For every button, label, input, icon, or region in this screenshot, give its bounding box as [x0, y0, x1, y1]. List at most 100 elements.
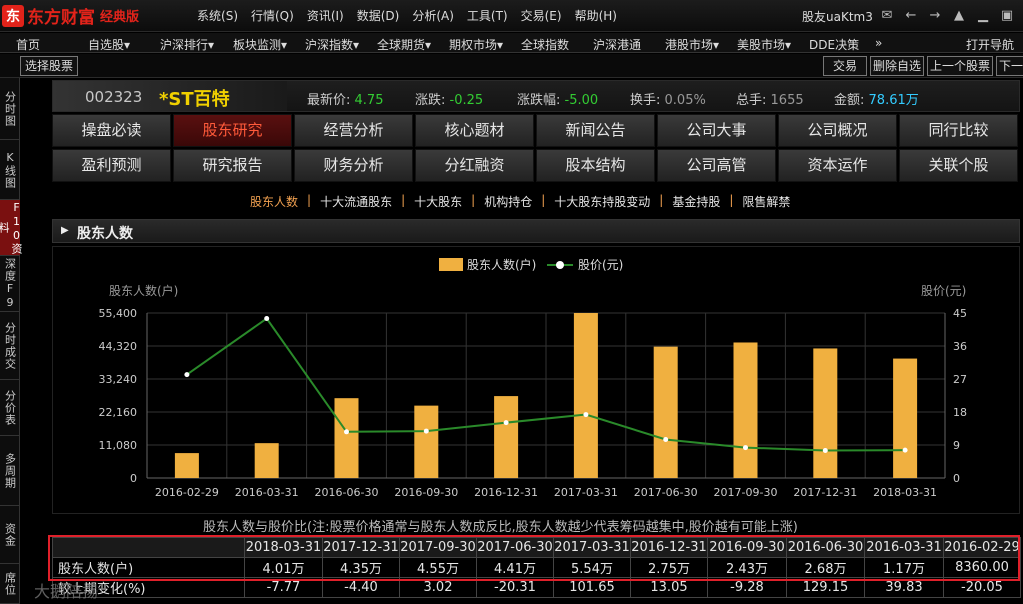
- subtab-separator: |: [401, 193, 406, 207]
- table-cell: 5.54万: [553, 557, 631, 578]
- section-header[interactable]: ▶ 股东人数: [52, 219, 1020, 243]
- chart-bar: [174, 453, 199, 478]
- table-cell: 13.05: [630, 577, 708, 598]
- sidebar-tab[interactable]: 分时图: [0, 78, 20, 140]
- f10-button[interactable]: 股本结构: [536, 149, 655, 182]
- table-header-cell: 2017-03-31: [553, 537, 631, 558]
- table-header-cell: 2016-06-30: [786, 537, 865, 558]
- f10-button[interactable]: 公司概况: [778, 114, 897, 147]
- maximize-icon[interactable]: ▣: [997, 6, 1017, 26]
- price-point: [583, 412, 589, 418]
- nav-item[interactable]: 板块监测▾: [233, 36, 287, 53]
- table-header-cell: 2016-09-30: [707, 537, 787, 558]
- menu-item[interactable]: 系统(S): [197, 7, 238, 24]
- subtab[interactable]: 十大流通股东: [320, 193, 392, 209]
- f10-button[interactable]: 经营分析: [294, 114, 413, 147]
- chart-bar: [653, 346, 678, 478]
- subtab[interactable]: 限售解禁: [742, 193, 790, 209]
- nav-item[interactable]: 自选股▾: [88, 36, 130, 53]
- prev-stock-button[interactable]: 上一个股票: [927, 56, 993, 76]
- menu-item[interactable]: 数据(D): [357, 7, 400, 24]
- nav-item[interactable]: 美股市场▾: [737, 36, 791, 53]
- nav-item[interactable]: 期权市场▾: [449, 36, 503, 53]
- turnover-rate-label: 换手:: [630, 93, 661, 108]
- collapse-arrow-icon[interactable]: ▶: [61, 225, 69, 236]
- subtab[interactable]: 机构持仓: [484, 193, 532, 209]
- price-change-pct-label: 涨跌幅:: [517, 93, 561, 108]
- table-cell: 2.43万: [707, 557, 787, 578]
- f10-button[interactable]: 操盘必读: [52, 114, 171, 147]
- remove-favorite-button[interactable]: 删除自选: [870, 56, 924, 76]
- nav-item[interactable]: 打开导航: [966, 36, 1014, 53]
- subtab[interactable]: 基金持股: [672, 193, 720, 209]
- next-stock-button[interactable]: 下一: [996, 56, 1023, 76]
- y-tick-label: 44,320: [99, 340, 138, 353]
- sidebar-tab[interactable]: 深度F9: [0, 256, 20, 312]
- back-icon[interactable]: ←: [901, 6, 921, 26]
- nav-item[interactable]: 沪深指数▾: [305, 36, 359, 53]
- menu-item[interactable]: 交易(E): [521, 7, 562, 24]
- forward-icon[interactable]: →: [925, 6, 945, 26]
- subtab[interactable]: 十大股东持股变动: [554, 193, 650, 209]
- y2-tick-label: 0: [953, 472, 960, 485]
- stock-code: 002323: [85, 88, 143, 106]
- nav-item[interactable]: 沪深港通: [593, 36, 641, 53]
- menu-item[interactable]: 工具(T): [467, 7, 508, 24]
- f10-button[interactable]: 分红融资: [415, 149, 534, 182]
- menu-item[interactable]: 分析(A): [412, 7, 454, 24]
- nav-item[interactable]: 沪深排行▾: [160, 36, 214, 53]
- y2-tick-label: 27: [953, 373, 967, 386]
- f10-button[interactable]: 研究报告: [173, 149, 292, 182]
- table-cell: 39.83: [864, 577, 944, 598]
- sidebar-tab[interactable]: K线图: [0, 140, 20, 200]
- f10-category-grid: 操盘必读 股东研究 经营分析 核心题材 新闻公告 公司大事 公司概况 同行比较盈利预测 研究报告…: [52, 114, 1020, 182]
- f10-button[interactable]: 股东研究: [173, 114, 292, 147]
- subtab[interactable]: 十大股东: [414, 193, 462, 209]
- up-icon[interactable]: ▲: [949, 6, 969, 26]
- sidebar-tab[interactable]: F10资料: [0, 200, 23, 256]
- f10-button[interactable]: 盈利预测: [52, 149, 171, 182]
- select-stock-button[interactable]: 选择股票: [20, 56, 79, 76]
- nav-item[interactable]: 首页: [16, 36, 40, 53]
- sidebar-tab[interactable]: 分价表: [0, 380, 20, 436]
- sidebar-tab[interactable]: 资金: [0, 506, 20, 564]
- table-cell: -4.40: [322, 577, 400, 598]
- f10-button[interactable]: 同行比较: [899, 114, 1018, 147]
- nav-item[interactable]: 港股市场▾: [665, 36, 719, 53]
- f10-button[interactable]: 新闻公告: [536, 114, 655, 147]
- nav-item[interactable]: 全球期货▾: [377, 36, 431, 53]
- nav-item[interactable]: DDE决策: [809, 36, 859, 53]
- x-tick-label: 2016-09-30: [394, 486, 458, 499]
- trade-button[interactable]: 交易: [823, 56, 867, 76]
- f10-button[interactable]: 公司高管: [657, 149, 776, 182]
- menu-item[interactable]: 帮助(H): [575, 7, 617, 24]
- f10-button[interactable]: 关联个股: [899, 149, 1018, 182]
- table-header-cell: 2017-06-30: [476, 537, 554, 558]
- total-volume-value: 1655: [770, 93, 804, 108]
- f10-button[interactable]: 资本运作: [778, 149, 897, 182]
- latest-price-label: 最新价:: [307, 93, 351, 108]
- menu-item[interactable]: 行情(Q): [251, 7, 294, 24]
- f10-button[interactable]: 财务分析: [294, 149, 413, 182]
- minimize-icon[interactable]: ▁: [973, 6, 993, 26]
- table-header-cell: 2016-02-29: [943, 537, 1021, 558]
- sidebar-tab[interactable]: 分时成交: [0, 312, 20, 380]
- sidebar-tab[interactable]: 席位: [0, 564, 20, 604]
- menu-item[interactable]: 资讯(I): [307, 7, 344, 24]
- price-change-label: 涨跌:: [415, 93, 446, 108]
- stock-quote-bar: 002323 *ST百特 最新价: 4.75 涨跌: -0.25 涨跌幅: -5…: [52, 80, 1020, 112]
- f10-button[interactable]: 公司大事: [657, 114, 776, 147]
- y2-tick-label: 9: [953, 439, 960, 452]
- user-name[interactable]: 股友uaKtm3: [802, 8, 873, 25]
- subtab[interactable]: 股东人数: [250, 193, 298, 209]
- total-volume: 总手: 1655: [736, 89, 804, 108]
- sidebar-tab[interactable]: 多周期: [0, 436, 20, 506]
- left-view-sidebar: 分时图 K线图 F10资料 深度F9 分时成交 分价表 多周期 资金 席位: [0, 78, 23, 604]
- subtab-separator: |: [729, 193, 734, 207]
- nav-item[interactable]: »: [875, 36, 882, 50]
- section-title: 股东人数: [77, 226, 133, 242]
- price-point: [902, 447, 908, 453]
- nav-item[interactable]: 全球指数: [521, 36, 569, 53]
- mail-icon[interactable]: ✉: [877, 6, 897, 26]
- f10-button[interactable]: 核心题材: [415, 114, 534, 147]
